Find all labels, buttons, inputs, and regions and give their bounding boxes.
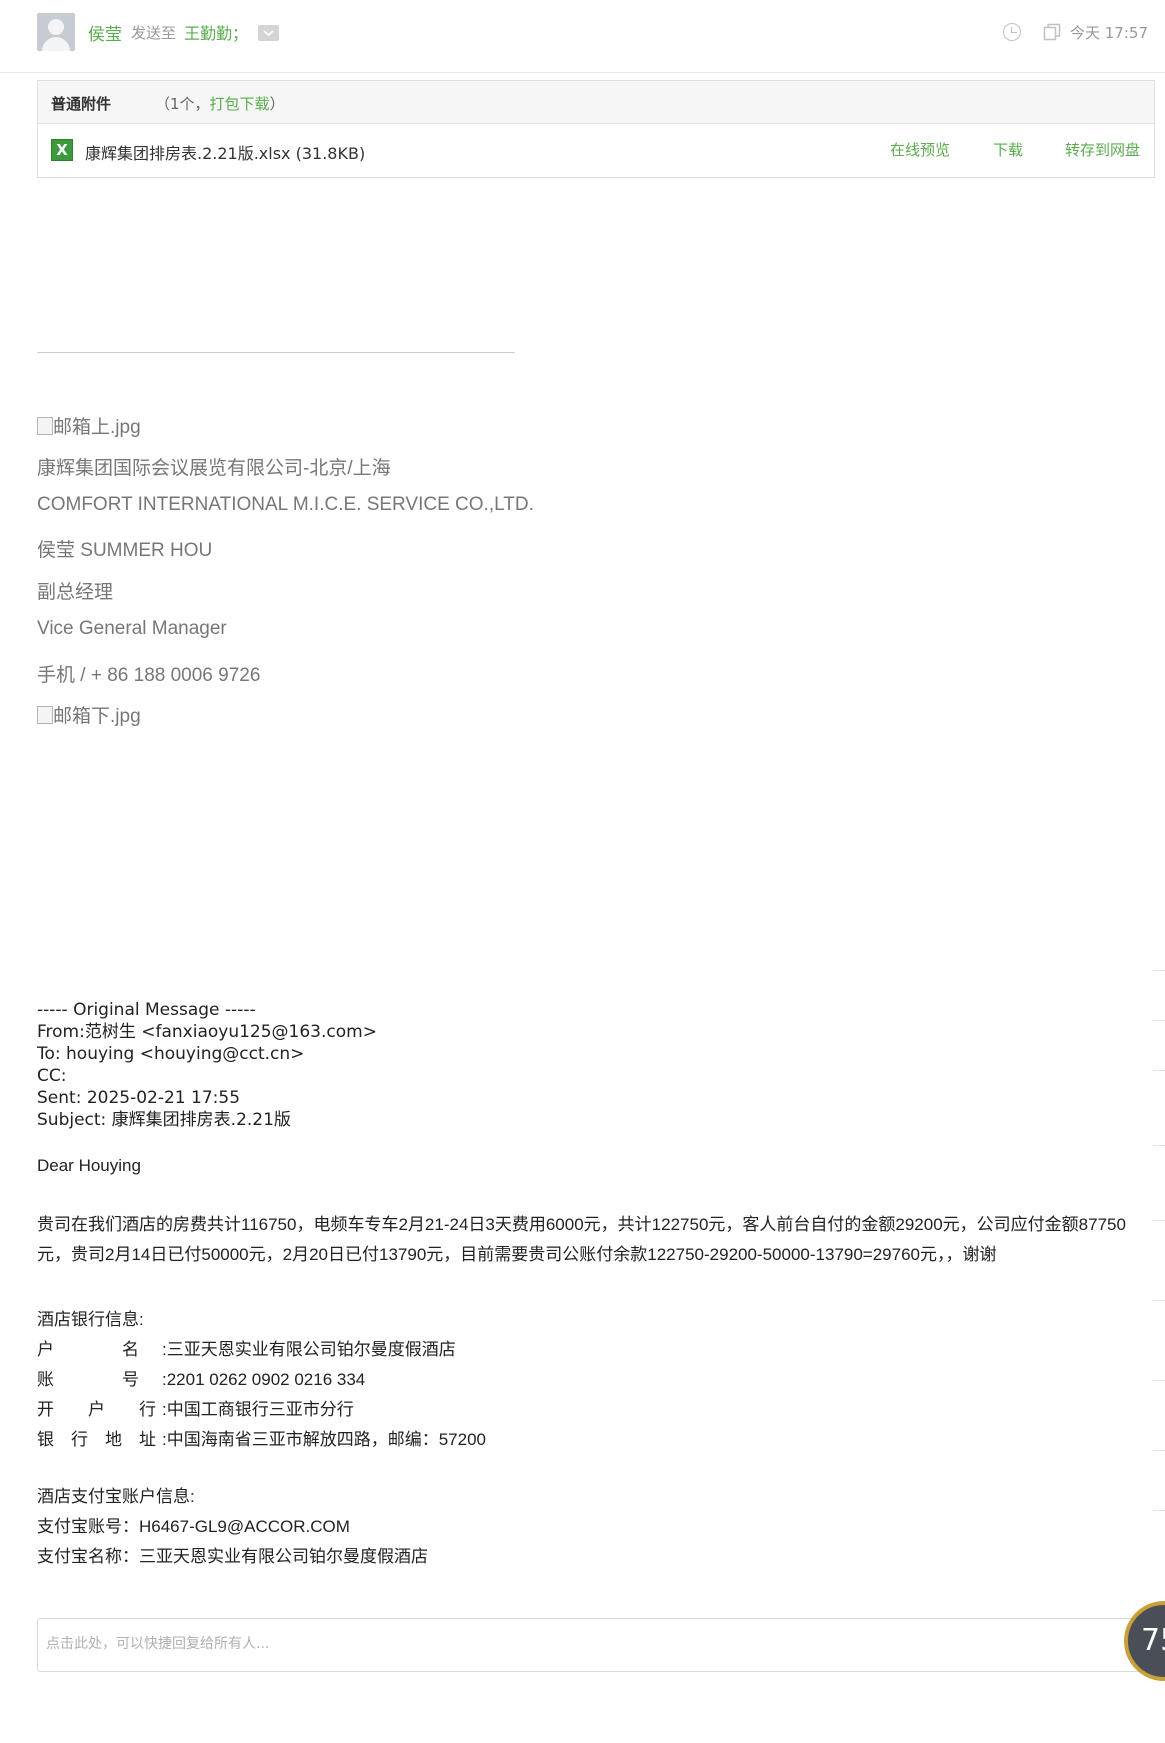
new-window-icon[interactable] <box>1043 23 1061 41</box>
alipay-name: 支付宝名称：三亚天恩实业有限公司铂尔曼度假酒店 <box>37 1547 428 1566</box>
bank-row-value: :中国工商银行三亚市分行 <box>162 1400 354 1419</box>
avatar[interactable] <box>37 13 75 51</box>
original-from: From:范树生 <fanxiaoyu125@163.com> <box>37 1022 377 1042</box>
message-paragraph-line1: 贵司在我们酒店的房费共计116750，电频车专车2月21-24日3天费用6000… <box>37 1215 1126 1234</box>
signature-phone: 手机 / + 86 188 0006 9726 <box>37 665 261 686</box>
message-paragraph-line2: 元，贵司2月14日已付50000元，2月20日已付13790元，目前需要贵司公账… <box>37 1245 997 1264</box>
send-to-label: 发送至 <box>131 24 177 42</box>
recipient-name[interactable]: 王勤勤； <box>184 20 248 44</box>
quick-reply-placeholder: 点击此处，可以快捷回复给所有人... <box>46 1636 270 1652</box>
bank-row-label: 账 号 <box>37 1370 139 1389</box>
bank-branch-row: 开 户 行 :中国工商银行三亚市分行 <box>37 1395 354 1420</box>
bank-row-value: :2201 0262 0902 0216 334 <box>162 1370 366 1389</box>
bank-row-label: 开 户 行 <box>37 1400 156 1419</box>
signature-top-image-alt: 邮箱上.jpg <box>53 417 141 438</box>
mail-header: 侯莹 发送至 王勤勤； 今天 17:57 <box>0 0 1165 73</box>
chevron-down-icon[interactable] <box>258 25 279 41</box>
original-subject: Subject: 康辉集团排房表.2.21版 <box>37 1110 291 1130</box>
attachment-panel: 普通附件 （1个，打包下载） X 康辉集团排房表.2.21版.xlsx (31.… <box>37 80 1155 178</box>
signature-bottom-image: 邮箱下.jpg <box>37 701 141 728</box>
original-to: To: houying <houying@cct.cn> <box>37 1044 305 1064</box>
sent-time: 今天 17:57 <box>1070 24 1148 42</box>
attachment-file-name[interactable]: 康辉集团排房表.2.21版.xlsx (31.8KB) <box>85 140 365 164</box>
alipay-account: 支付宝账号：H6467-GL9@ACCOR.COM <box>37 1517 350 1536</box>
score-value: 75 <box>1141 1623 1165 1658</box>
bank-address-row: 银 行 地 址 :中国海南省三亚市解放四路，邮编：57200 <box>37 1425 486 1450</box>
signature-company-cn: 康辉集团国际会议展览有限公司-北京/上海 <box>37 458 391 479</box>
attachment-title: 普通附件 <box>51 95 112 113</box>
broken-image-icon <box>37 706 53 724</box>
attachment-count-suffix: ） <box>269 95 285 113</box>
attachment-header: 普通附件 （1个，打包下载） <box>38 81 1154 124</box>
bank-account-number-row: 账 号 :2201 0262 0902 0216 334 <box>37 1365 365 1390</box>
bank-account-name-row: 户 名 :三亚天恩实业有限公司铂尔曼度假酒店 <box>37 1335 456 1360</box>
quick-reply-input[interactable]: 点击此处，可以快捷回复给所有人... <box>37 1618 1165 1672</box>
bank-row-value: :三亚天恩实业有限公司铂尔曼度假酒店 <box>162 1340 456 1359</box>
bank-info-heading: 酒店银行信息: <box>37 1310 144 1329</box>
original-sent: Sent: 2025-02-21 17:55 <box>37 1088 241 1108</box>
broken-image-icon <box>37 417 53 435</box>
signature-name: 侯莹 SUMMER HOU <box>37 540 213 561</box>
signature-title-en: Vice General Manager <box>37 618 227 639</box>
attachment-count: （1个，打包下载） <box>155 93 285 114</box>
excel-icon: X <box>51 139 73 161</box>
download-link[interactable]: 下载 <box>993 139 1023 160</box>
signature-bottom-image-alt: 邮箱下.jpg <box>53 706 141 727</box>
signature-company-en: COMFORT INTERNATIONAL M.I.C.E. SERVICE C… <box>37 494 534 515</box>
greeting: Dear Houying <box>37 1156 141 1175</box>
preview-online-link[interactable]: 在线预览 <box>890 139 950 160</box>
signature-top-image: 邮箱上.jpg <box>37 412 141 439</box>
clock-icon[interactable] <box>1003 23 1021 41</box>
sender-name[interactable]: 侯莹 <box>88 20 122 45</box>
attachment-count-prefix: （1个， <box>155 95 210 113</box>
original-cc: CC: <box>37 1066 67 1086</box>
signature-divider <box>37 352 515 353</box>
pack-download-link[interactable]: 打包下载 <box>210 95 270 113</box>
alipay-heading: 酒店支付宝账户信息: <box>37 1487 195 1506</box>
bank-row-value: :中国海南省三亚市解放四路，邮编：57200 <box>162 1430 486 1449</box>
save-to-netdisk-link[interactable]: 转存到网盘 <box>1065 139 1140 160</box>
bank-row-label: 银 行 地 址 <box>37 1430 156 1449</box>
scroll-markers <box>1150 970 1165 1570</box>
signature-title-cn: 副总经理 <box>37 582 114 603</box>
bank-row-label: 户 名 <box>37 1340 139 1359</box>
original-message-separator: ----- Original Message ----- <box>37 1000 256 1020</box>
